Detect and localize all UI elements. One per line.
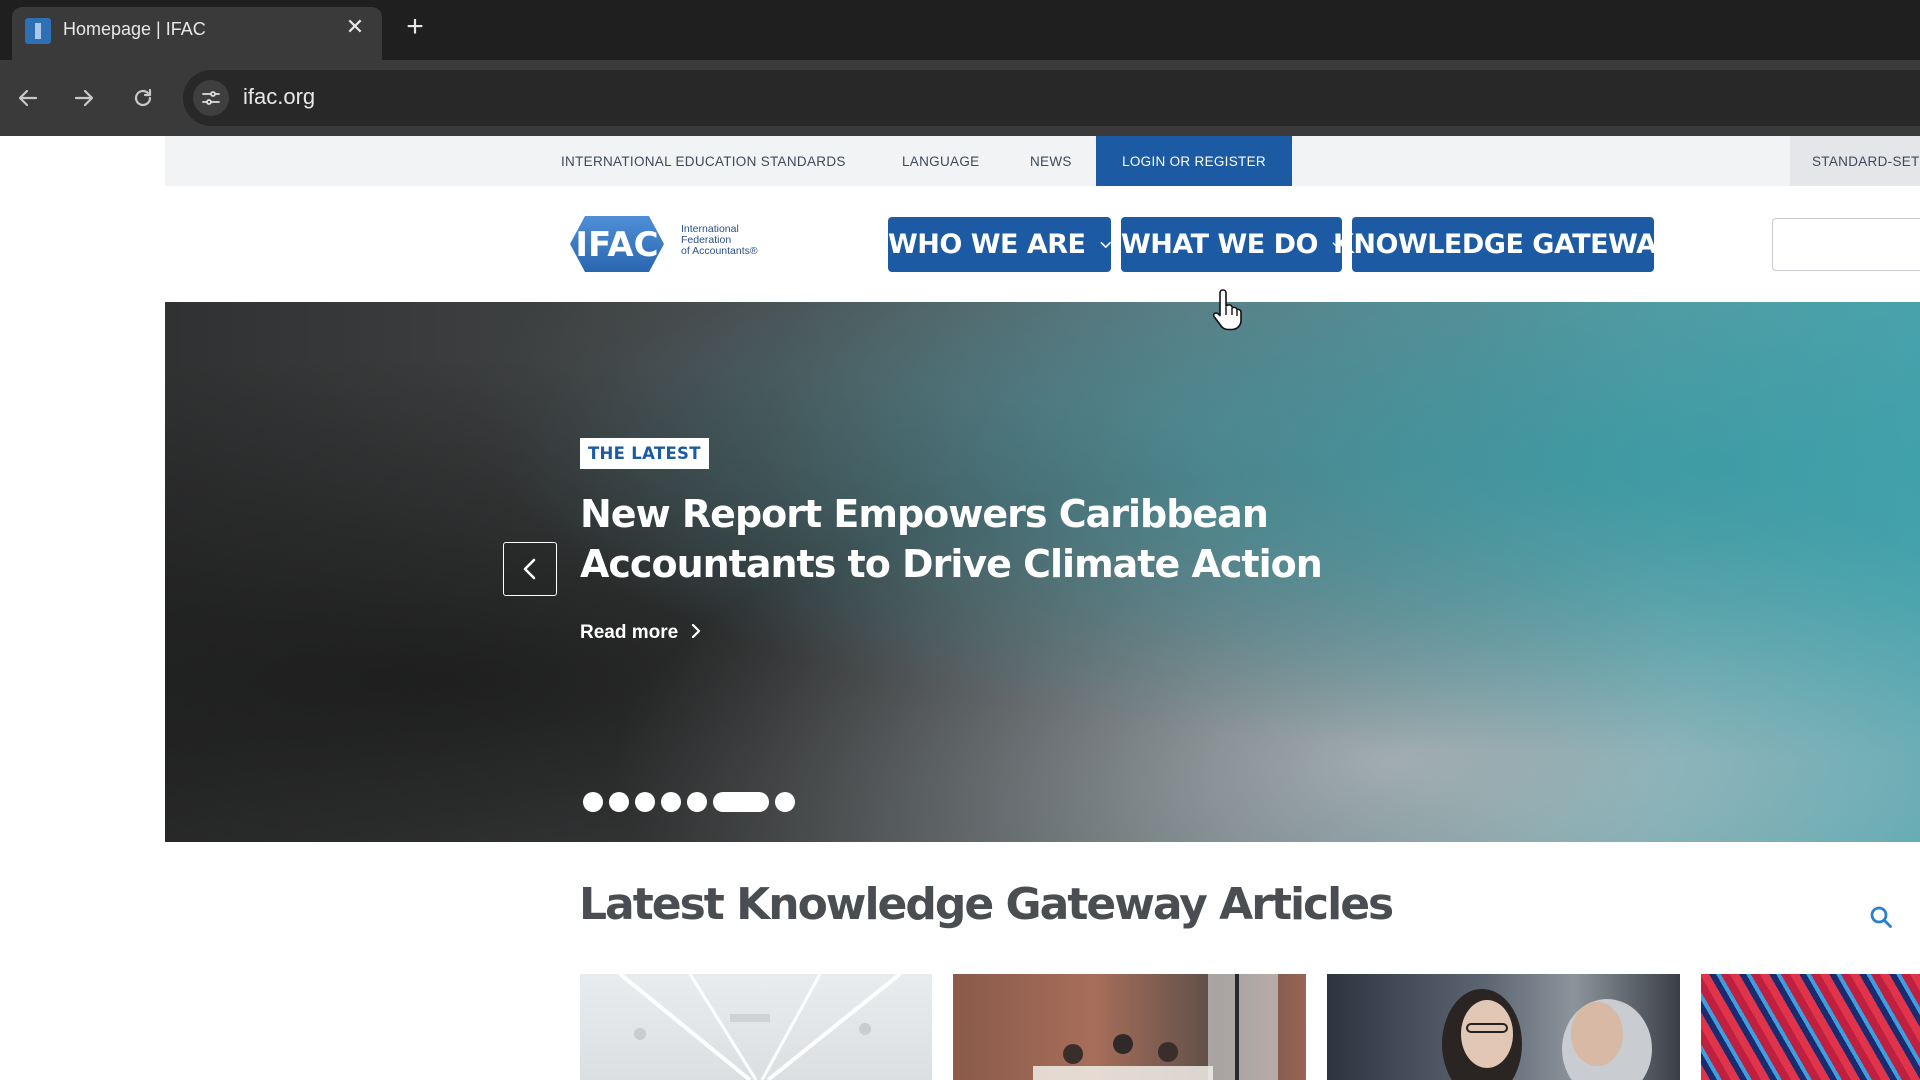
- login-register-button[interactable]: LOGIN OR REGISTER: [1096, 136, 1292, 186]
- logo-wordmark: International Federation of Accountants®: [681, 224, 758, 257]
- logo-line-3: of Accountants®: [681, 245, 758, 257]
- chevron-right-icon: [692, 624, 701, 638]
- meeting-room-image: [1033, 974, 1278, 1080]
- carousel-dot[interactable]: [775, 792, 795, 812]
- site-info-button[interactable]: [193, 80, 229, 116]
- browser-toolbar: ifac.org: [0, 60, 1920, 136]
- carousel-dot-active[interactable]: [713, 792, 769, 812]
- forward-button[interactable]: [64, 78, 104, 118]
- read-more-link[interactable]: Read more: [580, 622, 701, 644]
- ifac-logo[interactable]: IFAC International Federation of Account…: [560, 208, 775, 280]
- hero-title[interactable]: New Report Empowers Caribbean Accountant…: [580, 489, 1340, 589]
- reload-button[interactable]: [123, 78, 163, 118]
- nav-who-we-are[interactable]: WHO WE ARE: [888, 217, 1111, 272]
- browser-tab-bar: Homepage | IFAC ✕ +: [0, 0, 1920, 60]
- carousel-dot[interactable]: [583, 792, 603, 812]
- chevron-left-icon: [523, 558, 536, 580]
- nav-what-we-do-label: WHAT WE DO: [1121, 229, 1319, 260]
- article-card-image[interactable]: [1327, 974, 1680, 1080]
- standard-setting-link[interactable]: STANDARD-SET: [1790, 136, 1920, 186]
- article-card-image[interactable]: [580, 974, 932, 1080]
- utility-nav: INTERNATIONAL EDUCATION STANDARDS LANGUA…: [165, 136, 1920, 186]
- tune-icon: [202, 91, 220, 105]
- logo-mark-text: IFAC: [575, 225, 658, 265]
- site-search-input[interactable]: [1772, 218, 1920, 271]
- address-bar[interactable]: ifac.org: [183, 70, 1920, 126]
- carousel-prev-button[interactable]: [503, 542, 557, 596]
- web-page: INTERNATIONAL EDUCATION STANDARDS LANGUA…: [0, 136, 1920, 1080]
- nav-knowledge-gateway-label: KNOWLEDGE GATEWAY: [1332, 229, 1674, 260]
- carousel-dot[interactable]: [687, 792, 707, 812]
- hero-carousel: THE LATEST New Report Empowers Caribbean…: [165, 302, 1920, 842]
- reload-icon: [134, 88, 152, 107]
- nav-who-we-are-label: WHO WE ARE: [888, 229, 1086, 260]
- back-button[interactable]: [8, 78, 48, 118]
- util-link-education-standards[interactable]: INTERNATIONAL EDUCATION STANDARDS: [561, 154, 846, 169]
- carousel-dot[interactable]: [609, 792, 629, 812]
- back-arrow-icon: [18, 89, 38, 107]
- search-icon[interactable]: [1868, 904, 1894, 930]
- chevron-down-icon: [1100, 241, 1111, 248]
- ifac-logo-mark: IFAC: [570, 216, 664, 272]
- article-card-image[interactable]: [1701, 974, 1920, 1080]
- business-people-image: [1442, 989, 1652, 1080]
- login-register-label: LOGIN OR REGISTER: [1122, 154, 1266, 169]
- util-link-news[interactable]: NEWS: [1030, 154, 1072, 169]
- ifac-favicon-icon: [25, 18, 51, 44]
- article-card-image[interactable]: [953, 974, 1306, 1080]
- carousel-dot[interactable]: [635, 792, 655, 812]
- tab-title: Homepage | IFAC: [63, 19, 206, 39]
- section-title: Latest Knowledge Gateway Articles: [579, 879, 1394, 930]
- new-tab-button[interactable]: +: [400, 12, 430, 42]
- hand-pointer-cursor-icon: [1213, 289, 1242, 331]
- office-ceiling-image: [618, 974, 902, 1080]
- read-more-label: Read more: [580, 622, 679, 643]
- tab-close-icon[interactable]: ✕: [342, 14, 368, 40]
- browser-tab[interactable]: Homepage | IFAC ✕: [12, 7, 382, 60]
- carousel-dot[interactable]: [661, 792, 681, 812]
- util-link-language[interactable]: LANGUAGE: [902, 154, 979, 169]
- hero-badge: THE LATEST: [580, 438, 709, 469]
- forward-arrow-icon: [74, 89, 94, 107]
- url-text[interactable]: ifac.org: [243, 84, 315, 110]
- nav-knowledge-gateway[interactable]: KNOWLEDGE GATEWAY: [1333, 217, 1674, 272]
- nav-what-we-do[interactable]: WHAT WE DO: [1121, 217, 1342, 272]
- standard-setting-label: STANDARD-SET: [1812, 154, 1920, 169]
